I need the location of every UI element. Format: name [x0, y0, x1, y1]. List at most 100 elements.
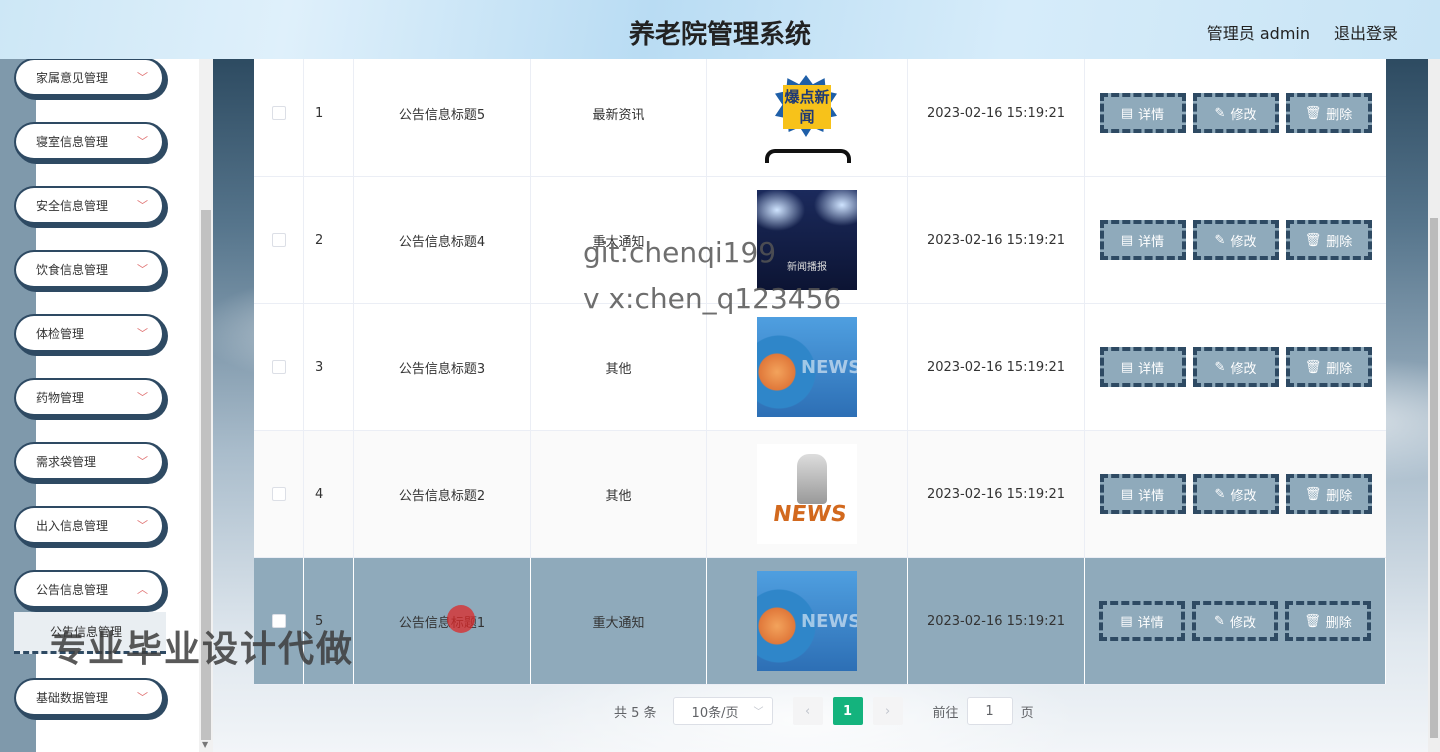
image-caption: 爆点新闻 — [783, 85, 831, 129]
edit-button[interactable]: ✎ 修改 — [1192, 93, 1279, 133]
chevron-down-icon: ﹀ — [137, 391, 148, 404]
jump-page-input[interactable]: 1 — [966, 697, 1013, 725]
sidebar-item-label: 体检管理 — [36, 326, 85, 341]
row-checkbox[interactable] — [271, 360, 286, 374]
chevron-down-icon: ﹀ — [137, 327, 148, 340]
page-size-select[interactable]: 10条/页 ﹀ — [672, 697, 773, 725]
sidebar-item-label: 饮食信息管理 — [36, 262, 109, 277]
sidebar-item-notice[interactable]: 公告信息管理 ︿ — [14, 570, 166, 610]
row-title: 公告信息标题3 — [354, 304, 531, 430]
row-title: 公告信息标题1 — [354, 558, 531, 684]
page-number-current[interactable]: 1 — [832, 697, 863, 725]
sidebar-item-safety[interactable]: 安全信息管理 ﹀ — [14, 186, 166, 226]
mouse-cursor-indicator — [447, 605, 475, 633]
detail-button[interactable]: ▤ 详情 — [1099, 220, 1186, 260]
jump-label: 前往 — [932, 705, 959, 721]
scroll-down-arrow-icon[interactable]: ▼ — [202, 740, 208, 749]
edit-button[interactable]: ✎ 修改 — [1192, 474, 1279, 514]
row-actions: ▤ 详情 ✎ 修改 🗑 删除 — [1085, 431, 1386, 557]
pencil-icon: ✎ — [1214, 105, 1226, 121]
detail-button[interactable]: ▤ 详情 — [1099, 601, 1185, 641]
sidebar-item-access[interactable]: 出入信息管理 ﹀ — [14, 506, 166, 546]
row-actions: ▤ 详情 ✎ 修改 🗑 删除 — [1085, 177, 1386, 303]
detail-button[interactable]: ▤ 详情 — [1099, 93, 1186, 133]
delete-button[interactable]: 🗑 删除 — [1285, 601, 1371, 641]
row-index: 1 — [304, 50, 354, 176]
sidebar-item-base-data[interactable]: 基础数据管理 ﹀ — [14, 678, 166, 718]
document-icon: ▤ — [1120, 232, 1134, 248]
edit-button[interactable]: ✎ 修改 — [1192, 601, 1278, 641]
row-type: 其他 — [531, 304, 707, 430]
table-row: 3 公告信息标题3 其他 NEWS 2023-02-16 15:19:21 ▤ 详… — [254, 304, 1386, 431]
sidebar-item-needs[interactable]: 需求袋管理 ﹀ — [14, 442, 166, 482]
sidebar-item-label: 家属意见管理 — [36, 70, 109, 85]
watermark-wechat: v x:chen_q123456 — [583, 282, 842, 315]
row-time: 2023-02-16 15:19:21 — [908, 50, 1085, 176]
chevron-down-icon: ﹀ — [137, 455, 148, 468]
chevron-up-icon: ︿ — [137, 583, 148, 596]
trash-icon: 🗑 — [1304, 486, 1322, 502]
chevron-down-icon: ﹀ — [137, 71, 148, 84]
image-caption: NEWS — [771, 502, 849, 527]
row-index: 2 — [304, 177, 354, 303]
sidebar-item-label: 出入信息管理 — [36, 518, 109, 533]
sidebar-item-family-feedback[interactable]: 家属意见管理 ﹀ — [14, 58, 166, 98]
detail-button[interactable]: ▤ 详情 — [1099, 474, 1186, 514]
total-count: 共 5 条 — [614, 705, 657, 721]
content-scroll-thumb[interactable] — [1430, 218, 1438, 738]
trash-icon: 🗑 — [1304, 359, 1322, 375]
row-checkbox[interactable] — [271, 106, 286, 120]
trash-icon: 🗑 — [1304, 105, 1322, 121]
delete-button[interactable]: 🗑 删除 — [1285, 220, 1372, 260]
chevron-down-icon: ﹀ — [753, 707, 764, 718]
detail-button[interactable]: ▤ 详情 — [1099, 347, 1186, 387]
header: 养老院管理系统 管理员 admin 退出登录 — [0, 0, 1440, 59]
pencil-icon: ✎ — [1214, 486, 1226, 502]
row-time: 2023-02-16 15:19:21 — [908, 558, 1085, 684]
sidebar-item-label: 安全信息管理 — [36, 198, 109, 213]
table-row-selected: 5 公告信息标题1 重大通知 NEWS 2023-02-16 15:19:21 … — [254, 558, 1386, 685]
row-type: 最新资讯 — [531, 50, 707, 176]
document-icon: ▤ — [1120, 613, 1133, 629]
image-caption: NEWS — [801, 357, 857, 378]
notice-image: NEWS — [757, 317, 857, 417]
watermark-ad: 专业毕业设计代做 — [50, 629, 355, 670]
edit-button[interactable]: ✎ 修改 — [1192, 347, 1279, 387]
user-label: 管理员 admin — [1206, 24, 1310, 43]
edit-button[interactable]: ✎ 修改 — [1192, 220, 1279, 260]
delete-button[interactable]: 🗑 删除 — [1285, 93, 1372, 133]
document-icon: ▤ — [1120, 486, 1134, 502]
row-actions: ▤ 详情 ✎ 修改 🗑 删除 — [1085, 304, 1386, 430]
chevron-down-icon: ﹀ — [137, 519, 148, 532]
row-time: 2023-02-16 15:19:21 — [908, 304, 1085, 430]
prev-page-button[interactable]: ‹ — [792, 697, 823, 725]
sidebar-item-dorm[interactable]: 寝室信息管理 ﹀ — [14, 122, 166, 162]
sidebar-item-label: 基础数据管理 — [36, 690, 109, 705]
sidebar-item-label: 药物管理 — [36, 390, 85, 405]
logout-button[interactable]: 退出登录 — [1334, 20, 1398, 44]
row-checkbox[interactable] — [271, 487, 286, 501]
chevron-down-icon: ﹀ — [137, 135, 148, 148]
row-time: 2023-02-16 15:19:21 — [908, 177, 1085, 303]
row-checkbox[interactable] — [271, 233, 286, 247]
delete-button[interactable]: 🗑 删除 — [1285, 474, 1372, 514]
image-caption: 新闻播报 — [787, 262, 827, 273]
pencil-icon: ✎ — [1214, 232, 1226, 248]
next-page-button[interactable]: › — [872, 697, 903, 725]
row-time: 2023-02-16 15:19:21 — [908, 431, 1085, 557]
sidebar-item-medicine[interactable]: 药物管理 ﹀ — [14, 378, 166, 418]
pencil-icon: ✎ — [1214, 613, 1225, 629]
trash-icon: 🗑 — [1304, 613, 1321, 629]
delete-button[interactable]: 🗑 删除 — [1285, 347, 1372, 387]
jump-suffix: 页 — [1020, 705, 1034, 721]
chevron-down-icon: ﹀ — [137, 199, 148, 212]
table-row: 1 公告信息标题5 最新资讯 爆点新闻 2023-02-16 15:19:21 … — [254, 50, 1386, 177]
row-type: 其他 — [531, 431, 707, 557]
row-actions: ▤ 详情 ✎ 修改 🗑 删除 — [1085, 558, 1386, 684]
chevron-down-icon: ﹀ — [137, 263, 148, 276]
chevron-down-icon: ﹀ — [137, 691, 148, 704]
document-icon: ▤ — [1120, 359, 1134, 375]
sidebar-item-checkup[interactable]: 体检管理 ﹀ — [14, 314, 166, 354]
sidebar-item-diet[interactable]: 饮食信息管理 ﹀ — [14, 250, 166, 290]
pagination: 共 5 条 10条/页 ﹀ ‹ 1 › 前往 1 页 — [614, 697, 1034, 725]
